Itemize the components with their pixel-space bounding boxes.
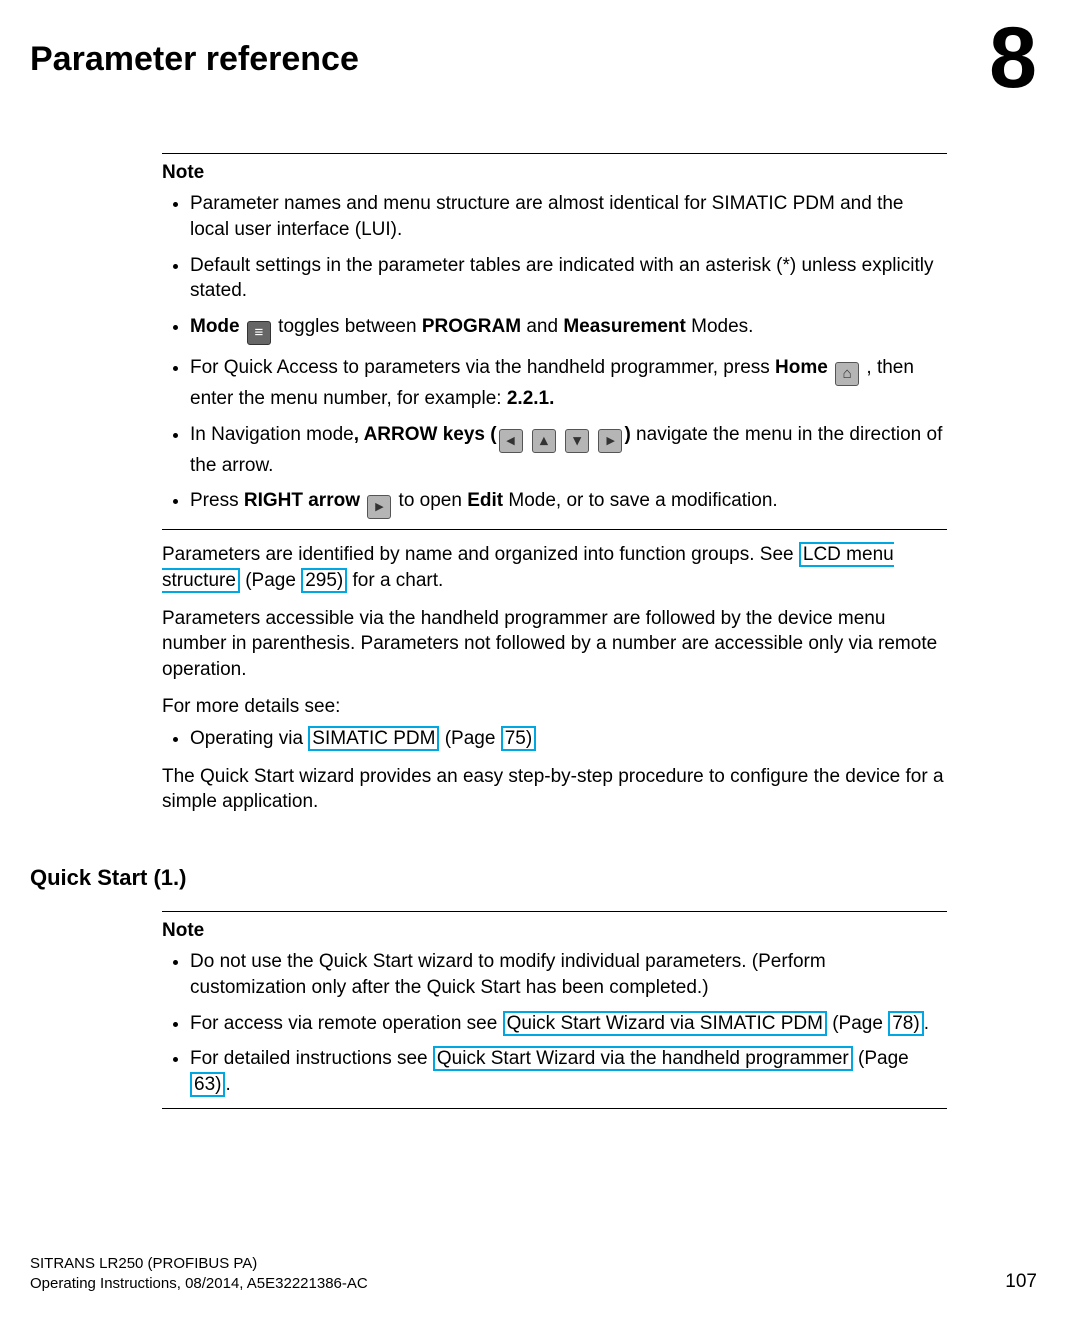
page-number: 107 bbox=[1005, 1271, 1037, 1293]
arrow-left-key-icon: ◂ bbox=[499, 429, 523, 453]
arrow-right-key-icon: ▸ bbox=[367, 495, 391, 519]
arrow-up-key-icon: ▴ bbox=[532, 429, 556, 453]
page-footer: SITRANS LR250 (PROFIBUS PA) Operating In… bbox=[30, 1254, 1037, 1293]
link-page-75[interactable]: 75) bbox=[501, 726, 536, 751]
paragraph: Parameters accessible via the handheld p… bbox=[162, 606, 947, 683]
text: For access via remote operation see bbox=[190, 1013, 503, 1034]
text: and bbox=[521, 316, 563, 337]
link-simatic-pdm[interactable]: SIMATIC PDM bbox=[308, 726, 439, 751]
mode-key-icon: ≡ bbox=[247, 321, 271, 345]
text: (Page bbox=[853, 1048, 909, 1069]
section-heading-quick-start: Quick Start (1.) bbox=[30, 863, 947, 893]
paragraph: For more details see: bbox=[162, 694, 947, 720]
text: Mode, or to save a modification. bbox=[503, 490, 778, 511]
text: (Page bbox=[827, 1013, 888, 1034]
body-list: Operating via SIMATIC PDM (Page 75) bbox=[162, 726, 947, 752]
text-bold: Edit bbox=[467, 490, 503, 511]
text: Operating via bbox=[190, 728, 308, 749]
link-page-295[interactable]: 295) bbox=[301, 568, 347, 593]
note-item: Press RIGHT arrow ▸ to open Edit Mode, o… bbox=[190, 488, 947, 519]
text: For detailed instructions see bbox=[190, 1048, 433, 1069]
text-bold: PROGRAM bbox=[422, 316, 521, 337]
text-bold: , ARROW keys ( bbox=[354, 424, 497, 445]
note-item: Default settings in the parameter tables… bbox=[190, 253, 947, 304]
note-label: Note bbox=[162, 918, 947, 944]
home-key-icon: ⌂ bbox=[835, 362, 859, 386]
note-item: For detailed instructions see Quick Star… bbox=[190, 1046, 947, 1097]
note-item: For access via remote operation see Quic… bbox=[190, 1011, 947, 1037]
text: In Navigation mode bbox=[190, 424, 354, 445]
chapter-number: 8 bbox=[989, 24, 1037, 93]
list-item: Operating via SIMATIC PDM (Page 75) bbox=[190, 726, 947, 752]
text: Modes. bbox=[686, 316, 754, 337]
text-bold: Home bbox=[775, 357, 828, 378]
text: toggles between bbox=[273, 316, 422, 337]
paragraph: The Quick Start wizard provides an easy … bbox=[162, 764, 947, 815]
divider bbox=[162, 1108, 947, 1109]
footer-docinfo: Operating Instructions, 08/2014, A5E3222… bbox=[30, 1274, 368, 1294]
text: . bbox=[924, 1013, 929, 1034]
divider bbox=[162, 911, 947, 912]
note-item: For Quick Access to parameters via the h… bbox=[190, 355, 947, 412]
text: Parameters are identified by name and or… bbox=[162, 544, 799, 565]
text: Press bbox=[190, 490, 244, 511]
arrow-down-key-icon: ▾ bbox=[565, 429, 589, 453]
link-page-63[interactable]: 63) bbox=[190, 1072, 225, 1097]
divider bbox=[162, 529, 947, 530]
note-list: Parameter names and menu structure are a… bbox=[162, 191, 947, 519]
note-item: Do not use the Quick Start wizard to mod… bbox=[190, 949, 947, 1000]
text-bold: Measurement bbox=[563, 316, 686, 337]
text-bold: RIGHT arrow bbox=[244, 490, 365, 511]
note-item: Parameter names and menu structure are a… bbox=[190, 191, 947, 242]
note-label: Note bbox=[162, 160, 947, 186]
paragraph: Parameters are identified by name and or… bbox=[162, 542, 947, 593]
text-bold: Mode bbox=[190, 316, 245, 337]
text: . bbox=[225, 1074, 230, 1095]
link-page-78[interactable]: 78) bbox=[888, 1011, 923, 1036]
text: to open bbox=[393, 490, 467, 511]
note-item: Mode ≡ toggles between PROGRAM and Measu… bbox=[190, 314, 947, 345]
text: for a chart. bbox=[347, 570, 443, 591]
text: (Page bbox=[240, 570, 301, 591]
text: For Quick Access to parameters via the h… bbox=[190, 357, 775, 378]
link-qsw-handheld[interactable]: Quick Start Wizard via the handheld prog… bbox=[433, 1046, 853, 1071]
text: (Page bbox=[439, 728, 500, 749]
note-item: In Navigation mode, ARROW keys (◂ ▴ ▾ ▸)… bbox=[190, 422, 947, 479]
footer-product: SITRANS LR250 (PROFIBUS PA) bbox=[30, 1254, 368, 1274]
text-bold: 2.2.1. bbox=[507, 388, 555, 409]
arrow-right-key-icon: ▸ bbox=[598, 429, 622, 453]
divider bbox=[162, 153, 947, 154]
note-list: Do not use the Quick Start wizard to mod… bbox=[162, 949, 947, 1097]
link-qsw-simatic-pdm[interactable]: Quick Start Wizard via SIMATIC PDM bbox=[503, 1011, 827, 1036]
chapter-title: Parameter reference bbox=[30, 40, 359, 79]
